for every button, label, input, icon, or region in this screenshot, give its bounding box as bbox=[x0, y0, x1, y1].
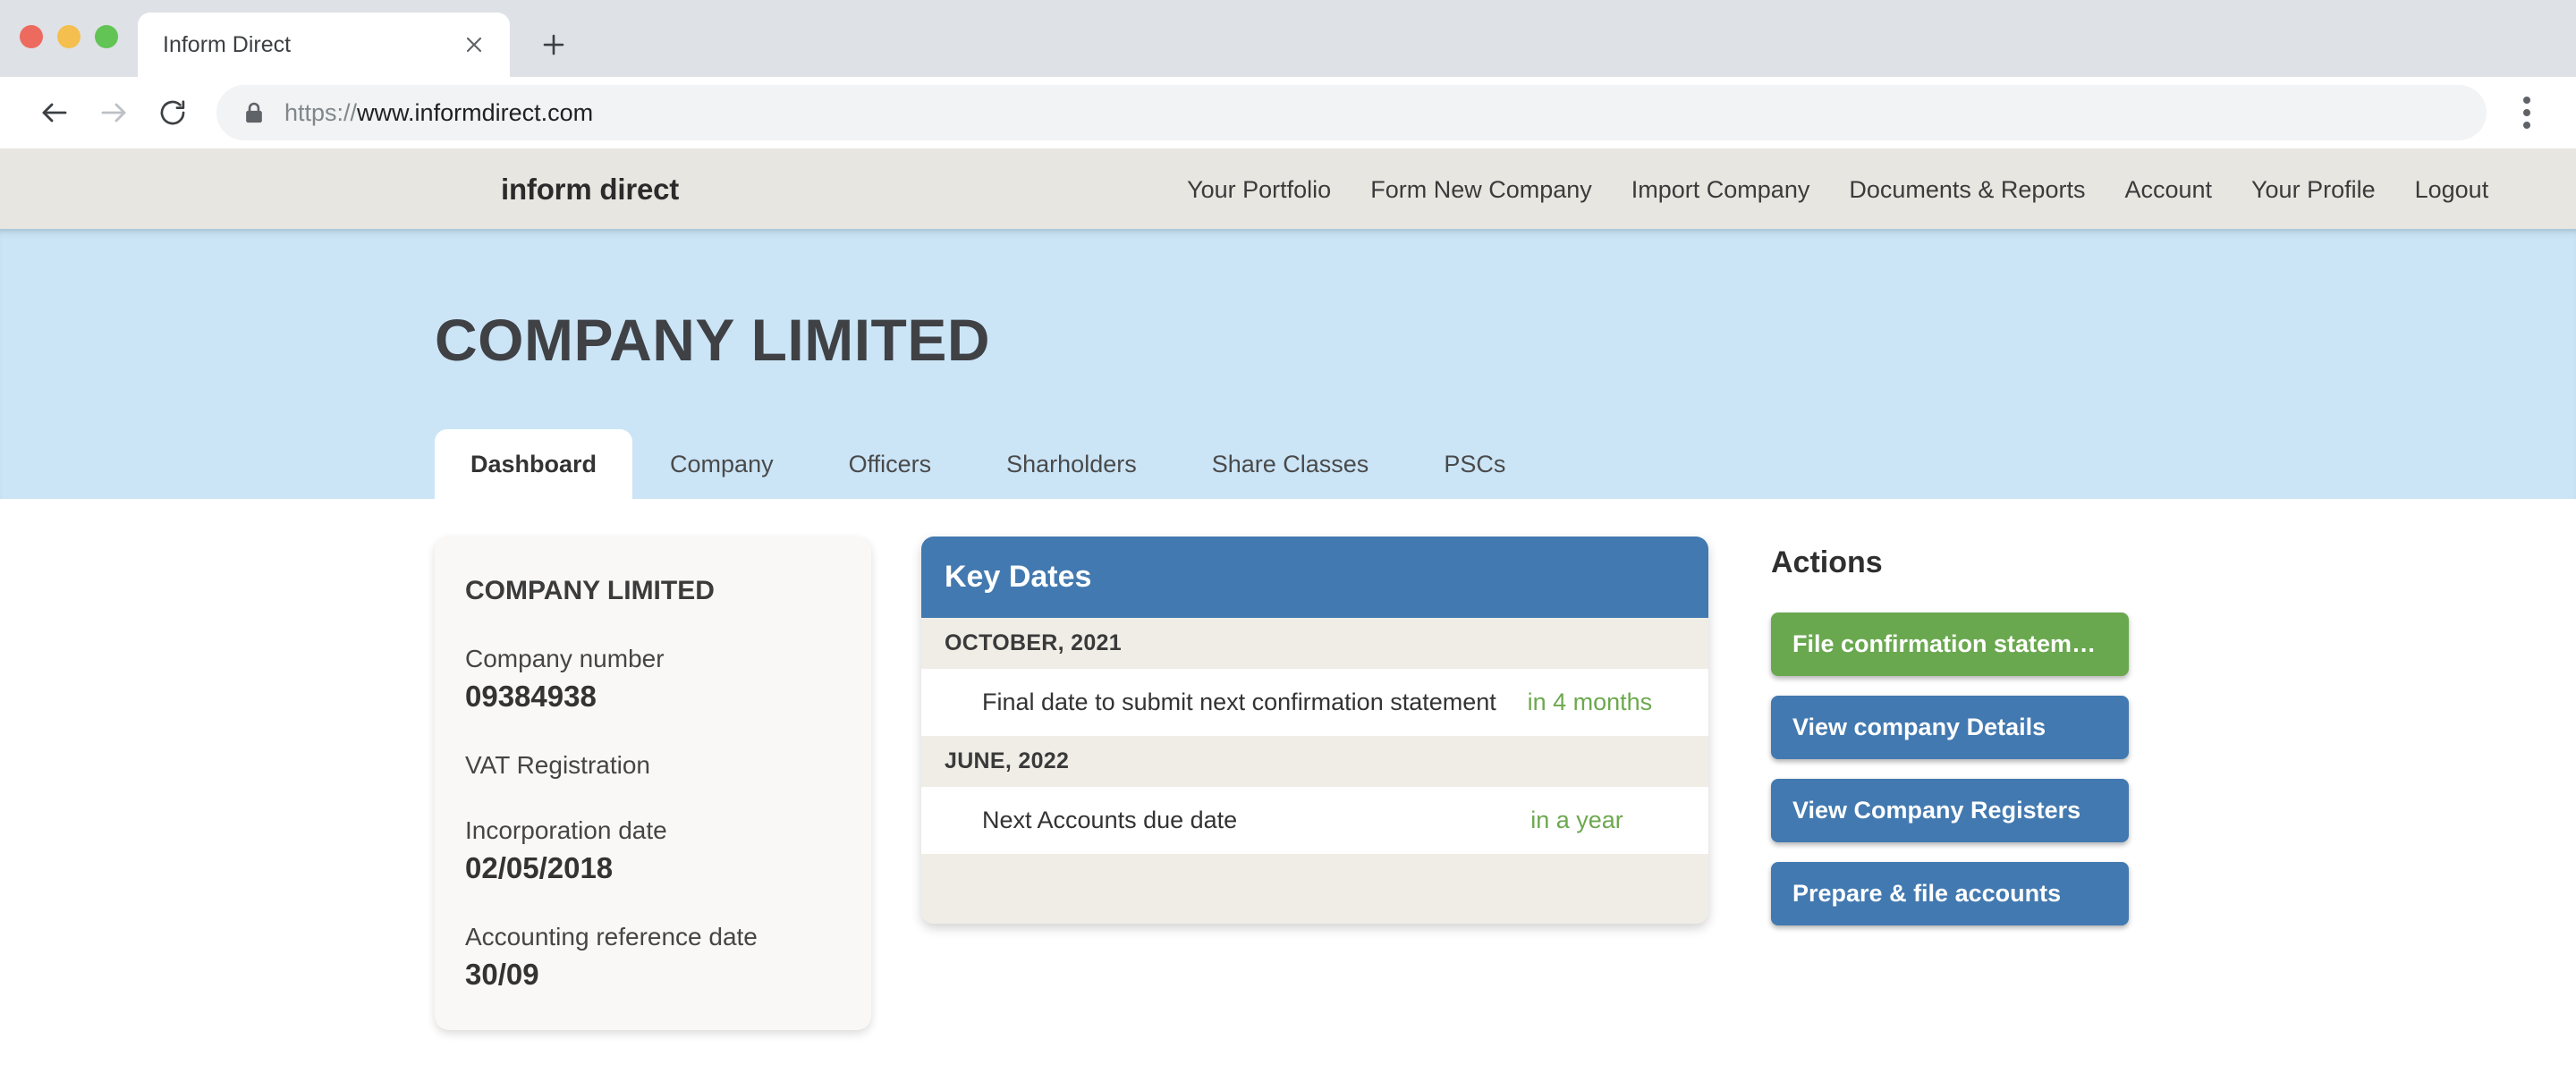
field-label: Company number bbox=[465, 642, 841, 676]
field-company-number: Company number 09384938 bbox=[465, 642, 841, 716]
actions-panel: Actions File confirmation statement View… bbox=[1771, 537, 2138, 945]
site-logo[interactable]: inform direct bbox=[501, 173, 679, 207]
window-traffic-lights bbox=[20, 25, 118, 48]
company-tab-strip: Dashboard Company Officers Sharholders S… bbox=[435, 429, 2576, 499]
page-hero: COMPANY LIMITED Dashboard Company Office… bbox=[0, 229, 2576, 499]
browser-chrome: Inform Direct bbox=[0, 0, 2576, 150]
company-summary-title: COMPANY LIMITED bbox=[465, 576, 841, 606]
back-arrow-icon[interactable] bbox=[25, 83, 84, 142]
tab-share-classes[interactable]: Share Classes bbox=[1174, 429, 1407, 499]
lock-icon bbox=[243, 101, 265, 124]
window-close-button[interactable] bbox=[20, 25, 43, 48]
prepare-file-accounts-button[interactable]: Prepare & file accounts bbox=[1771, 862, 2129, 925]
nav-link-import-company[interactable]: Import Company bbox=[1612, 176, 1830, 204]
tab-company[interactable]: Company bbox=[632, 429, 811, 499]
key-dates-header: Key Dates bbox=[921, 537, 1708, 618]
nav-link-documents-reports[interactable]: Documents & Reports bbox=[1829, 176, 2105, 204]
dashboard-content: COMPANY LIMITED Company number 09384938 … bbox=[0, 499, 2576, 1030]
tab-sharholders[interactable]: Sharholders bbox=[969, 429, 1174, 499]
site-navigation-bar: inform direct Your Portfolio Form New Co… bbox=[0, 150, 2576, 229]
address-bar-url: https://www.informdirect.com bbox=[284, 99, 593, 127]
key-dates-row[interactable]: Next Accounts due date in a year bbox=[921, 787, 1708, 854]
tab-pscs[interactable]: PSCs bbox=[1406, 429, 1543, 499]
key-dates-row-due: in 4 months bbox=[1496, 689, 1683, 716]
browser-toolbar: https://www.informdirect.com bbox=[0, 77, 2576, 150]
field-value: 09384938 bbox=[465, 678, 841, 716]
key-dates-month-heading: JUNE, 2022 bbox=[921, 736, 1708, 787]
field-label: Accounting reference date bbox=[465, 920, 841, 954]
browser-tabstrip: Inform Direct bbox=[0, 0, 2576, 77]
nav-link-form-new-company[interactable]: Form New Company bbox=[1351, 176, 1612, 204]
page-title: COMPANY LIMITED bbox=[435, 234, 2576, 374]
key-dates-row-label: Next Accounts due date bbox=[982, 807, 1470, 834]
url-host: www.informdirect.com bbox=[357, 99, 593, 126]
kebab-menu-icon[interactable] bbox=[2503, 85, 2551, 140]
file-confirmation-statement-button[interactable]: File confirmation statement bbox=[1771, 613, 2129, 676]
url-scheme: https:// bbox=[284, 99, 357, 126]
main-nav-links: Your Portfolio Form New Company Import C… bbox=[1167, 176, 2508, 204]
field-label: VAT Registration bbox=[465, 748, 841, 782]
actions-title: Actions bbox=[1771, 545, 2138, 580]
key-dates-row[interactable]: Final date to submit next confirmation s… bbox=[921, 669, 1708, 736]
key-dates-row-label: Final date to submit next confirmation s… bbox=[982, 689, 1496, 716]
browser-tab[interactable]: Inform Direct bbox=[138, 13, 510, 77]
tab-dashboard[interactable]: Dashboard bbox=[435, 429, 632, 499]
nav-link-your-portfolio[interactable]: Your Portfolio bbox=[1167, 176, 1351, 204]
nav-link-your-profile[interactable]: Your Profile bbox=[2232, 176, 2395, 204]
close-icon[interactable] bbox=[458, 29, 490, 61]
view-company-registers-button[interactable]: View Company Registers bbox=[1771, 779, 2129, 842]
key-dates-row-due: in a year bbox=[1470, 807, 1683, 834]
field-incorporation-date: Incorporation date 02/05/2018 bbox=[465, 814, 841, 888]
forward-arrow-icon[interactable] bbox=[84, 83, 143, 142]
key-dates-panel: Key Dates OCTOBER, 2021 Final date to su… bbox=[921, 537, 1708, 924]
key-dates-footer bbox=[921, 854, 1708, 924]
reload-icon[interactable] bbox=[143, 83, 202, 142]
key-dates-month-heading: OCTOBER, 2021 bbox=[921, 618, 1708, 669]
browser-tab-title: Inform Direct bbox=[163, 32, 458, 58]
field-value: 30/09 bbox=[465, 956, 841, 994]
field-accounting-reference-date: Accounting reference date 30/09 bbox=[465, 920, 841, 994]
address-bar[interactable]: https://www.informdirect.com bbox=[216, 85, 2487, 140]
field-vat-registration: VAT Registration bbox=[465, 748, 841, 782]
nav-link-logout[interactable]: Logout bbox=[2395, 176, 2509, 204]
plus-icon[interactable] bbox=[526, 17, 581, 72]
window-maximize-button[interactable] bbox=[95, 25, 118, 48]
field-value: 02/05/2018 bbox=[465, 849, 841, 888]
window-minimize-button[interactable] bbox=[57, 25, 80, 48]
tab-officers[interactable]: Officers bbox=[811, 429, 970, 499]
view-company-details-button[interactable]: View company Details bbox=[1771, 696, 2129, 759]
field-label: Incorporation date bbox=[465, 814, 841, 848]
nav-link-account[interactable]: Account bbox=[2105, 176, 2232, 204]
company-summary-card: COMPANY LIMITED Company number 09384938 … bbox=[435, 537, 871, 1030]
